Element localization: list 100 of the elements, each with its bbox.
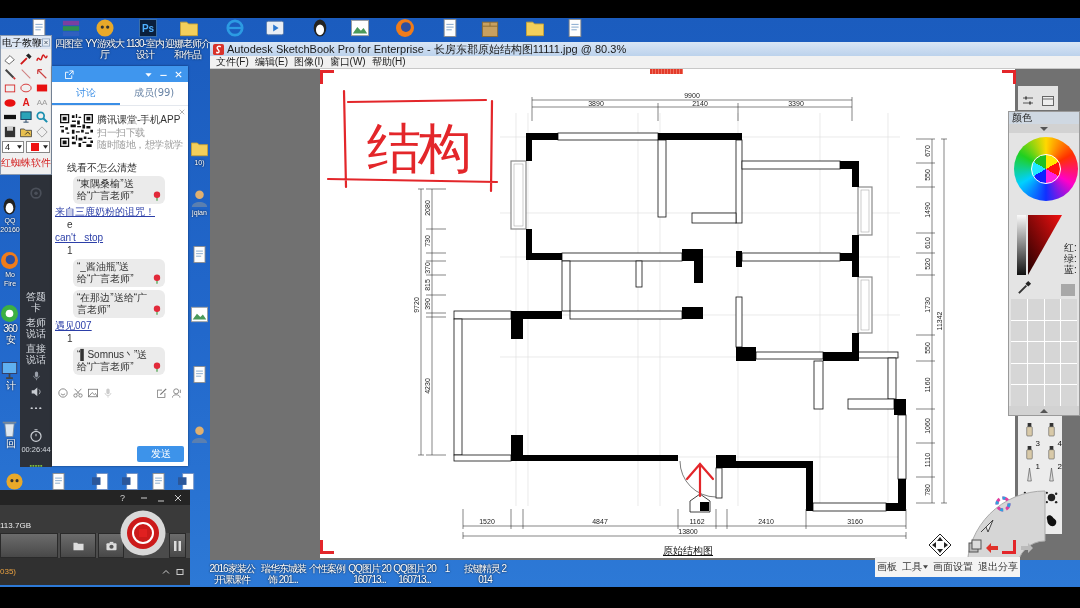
text-tool[interactable]: A xyxy=(22,96,30,109)
sender-link[interactable]: can't stop xyxy=(55,232,104,244)
monitor-icon[interactable] xyxy=(20,111,32,124)
icon-label[interactable]: QQ图片 20160713... xyxy=(393,563,436,585)
toolbar-button[interactable]: 退出分享 xyxy=(977,561,1018,573)
filled-ellipse-icon[interactable] xyxy=(4,96,16,109)
toolbar-button[interactable]: 工具 xyxy=(902,561,929,573)
sliders-icon[interactable] xyxy=(1022,95,1034,107)
person-icon[interactable] xyxy=(191,190,208,207)
icon-label[interactable]: 360安 xyxy=(0,323,20,345)
menu-item[interactable]: 窗口(W) xyxy=(329,56,366,68)
caret-icon[interactable] xyxy=(43,145,48,149)
swatch-slot[interactable] xyxy=(1027,299,1044,320)
folder-icon[interactable] xyxy=(526,19,544,37)
edit-icon[interactable] xyxy=(157,388,167,398)
swatch-slot[interactable] xyxy=(1061,342,1077,363)
document-icon[interactable] xyxy=(92,473,109,490)
microphone-icon[interactable] xyxy=(31,371,41,381)
pen-width-select[interactable]: 4 xyxy=(2,141,24,153)
person-icon[interactable] xyxy=(172,388,182,398)
icon-label[interactable]: QQ图片 20160713... xyxy=(348,563,391,585)
icon-label[interactable]: 计 xyxy=(0,380,20,391)
caret-icon[interactable] xyxy=(16,145,22,149)
menu-item[interactable]: 图像(I) xyxy=(294,56,324,68)
sender-link[interactable]: 来自三鹿奶粉的诅咒！ xyxy=(55,206,155,218)
recorder-button[interactable] xyxy=(169,533,186,558)
swatch-slot[interactable] xyxy=(1027,385,1044,406)
swatch-slot[interactable] xyxy=(1011,363,1027,385)
monitor-icon[interactable] xyxy=(1,362,18,379)
folder-icon[interactable] xyxy=(191,140,208,157)
tab[interactable]: 讨论 xyxy=(52,82,120,105)
document-icon[interactable] xyxy=(566,19,584,37)
document-icon[interactable] xyxy=(50,473,67,490)
arrow-icon[interactable] xyxy=(36,67,48,80)
caret-up-icon[interactable] xyxy=(162,567,170,576)
swatch-slot[interactable] xyxy=(1061,385,1077,406)
picture-icon[interactable] xyxy=(191,306,208,323)
play-tile-icon[interactable] xyxy=(266,19,284,37)
up-arrow-icon[interactable] xyxy=(1040,408,1048,413)
person-icon[interactable] xyxy=(191,426,208,443)
blob-icon[interactable] xyxy=(1044,513,1058,529)
save-icon[interactable] xyxy=(4,125,16,138)
color-triangle[interactable] xyxy=(1028,215,1062,275)
redo-icon[interactable] xyxy=(1020,542,1034,554)
icon-label[interactable]: 1 xyxy=(438,563,456,574)
help-button[interactable]: ? xyxy=(120,492,125,503)
icon-label[interactable]: 2016家装公开课课件 xyxy=(206,563,258,585)
image-icon[interactable] xyxy=(88,388,98,398)
picture-icon[interactable] xyxy=(351,19,369,37)
side-menu-item[interactable]: 答题卡 xyxy=(25,291,47,314)
folder-icon[interactable] xyxy=(72,540,84,551)
pen-icon[interactable] xyxy=(20,53,32,66)
character-icon[interactable] xyxy=(96,19,114,37)
side-menu-item[interactable]: 老师说话 xyxy=(25,317,47,340)
document-icon[interactable] xyxy=(191,246,208,263)
icon-label[interactable]: 按键精灵 2014 xyxy=(462,563,508,585)
swatch-slot[interactable] xyxy=(1027,320,1044,342)
swatch-slot[interactable] xyxy=(1011,342,1027,363)
icon-label[interactable]: 个性案例 xyxy=(308,563,346,574)
document-icon[interactable] xyxy=(178,473,195,490)
icon-label[interactable]: 四图室 xyxy=(53,38,83,49)
undo-icon[interactable] xyxy=(985,542,999,554)
rectangle-icon[interactable] xyxy=(4,82,16,95)
swatch-slot[interactable] xyxy=(1011,385,1027,406)
panel-icon[interactable] xyxy=(1042,95,1054,107)
pause-icon[interactable] xyxy=(172,540,183,551)
document-icon[interactable] xyxy=(441,19,459,37)
eyedropper-icon[interactable] xyxy=(1017,280,1032,295)
swatch-slot[interactable] xyxy=(1044,385,1061,406)
close-icon[interactable] xyxy=(174,493,182,502)
orb-icon[interactable] xyxy=(1,252,18,269)
folder-icon[interactable] xyxy=(20,125,32,138)
document-icon[interactable] xyxy=(191,366,208,383)
swatch-slot[interactable] xyxy=(1044,342,1061,363)
recorder-button[interactable] xyxy=(60,533,96,558)
document-icon[interactable] xyxy=(122,473,139,490)
color-select[interactable] xyxy=(25,141,50,153)
folder-icon[interactable] xyxy=(180,19,198,37)
menu-item[interactable]: 文件(F) xyxy=(216,56,249,68)
menu-item[interactable]: 编辑(E) xyxy=(254,56,289,68)
swatch-slot[interactable] xyxy=(1027,342,1044,363)
send-button[interactable]: 发送 xyxy=(137,446,184,462)
icon-label[interactable]: 1130-室内设计 xyxy=(125,38,165,60)
swatch-slot[interactable] xyxy=(1011,299,1027,320)
icon-label[interactable]: 迎娜老师介和作品 xyxy=(164,38,210,60)
canvas-handle-icon[interactable] xyxy=(650,69,683,74)
orb-icon[interactable] xyxy=(396,19,414,37)
recorder-button[interactable] xyxy=(98,533,124,558)
restore-icon[interactable] xyxy=(176,567,184,576)
splatter-icon[interactable] xyxy=(1044,490,1058,506)
popout-icon[interactable] xyxy=(65,69,74,79)
smile-icon[interactable] xyxy=(58,388,68,398)
icon-label[interactable]: YY游戏大厅 xyxy=(84,38,125,60)
side-menu-item[interactable]: 直接说话 xyxy=(25,343,47,366)
pencil-icon[interactable] xyxy=(4,67,16,80)
penguin-icon[interactable] xyxy=(1,198,18,215)
document-icon[interactable] xyxy=(150,473,167,490)
icon-label[interactable]: 瑞华东城装饰 201... xyxy=(260,563,306,585)
swatch-slot[interactable] xyxy=(1044,299,1061,320)
swatch-slot[interactable] xyxy=(1027,363,1044,385)
